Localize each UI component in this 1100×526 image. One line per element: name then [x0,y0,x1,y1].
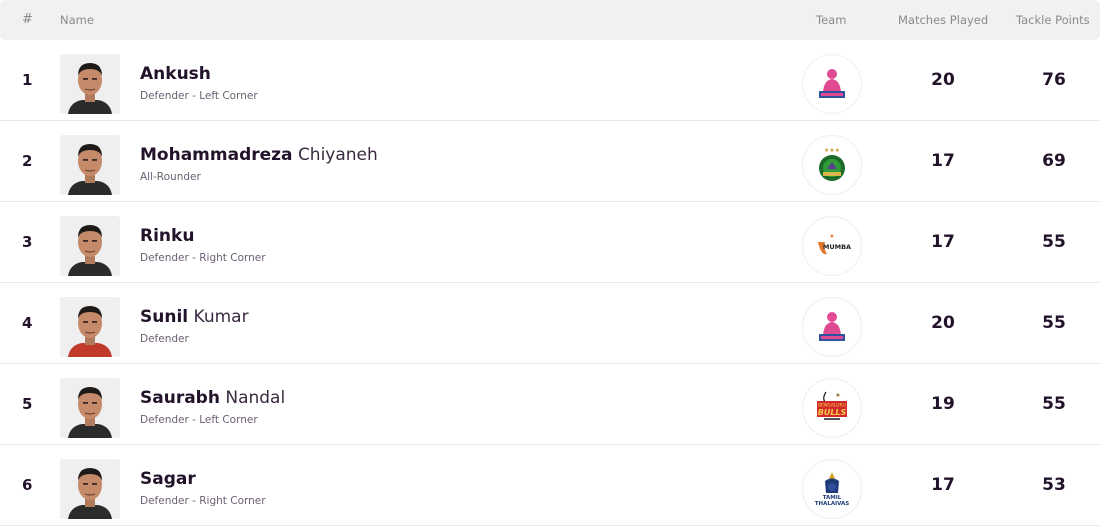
player-name[interactable]: Mohammadreza Chiyaneh [140,145,378,165]
player-photo[interactable] [60,378,120,438]
team-logo[interactable]: ★ MUMBA [802,216,862,276]
tackle-points: 69 [1042,151,1066,171]
player-photo[interactable] [60,459,120,519]
player-position: Defender [140,333,189,345]
table-header: # Name Team Matches Played Tackle Points [0,0,1100,40]
player-position: Defender - Left Corner [140,90,258,102]
player-first-name: Sagar [140,469,196,489]
player-last-name: Chiyaneh [297,145,378,165]
header-team: Team [816,13,847,27]
player-name[interactable]: Sagar [140,469,196,489]
svg-text:BULLS: BULLS [818,408,847,417]
table-row-4[interactable]: 4 Sunil Kumar Defender 20 55 [0,283,1100,364]
table-body: 1 Ankush Defender - Left Corner 20 76 2 [0,40,1100,526]
matches-played: 20 [931,313,955,333]
table-row-5[interactable]: 5 Saurabh Nandal Defender - Left Corner … [0,364,1100,445]
player-headshot-icon [60,216,120,276]
tackle-points: 55 [1042,313,1066,333]
matches-played: 20 [931,70,955,90]
table-row-6[interactable]: 6 Sagar Defender - Right Corner TAMIL THA… [0,445,1100,526]
player-first-name: Rinku [140,226,195,246]
player-name[interactable]: Ankush [140,64,211,84]
player-first-name: Ankush [140,64,211,84]
player-rank: 4 [22,314,33,332]
jaipur-pink-panthers-icon [819,69,845,98]
matches-played: 19 [931,394,955,414]
player-position: Defender - Right Corner [140,495,266,507]
player-rank: 6 [22,476,33,494]
player-name[interactable]: Sunil Kumar [140,307,249,327]
matches-played: 17 [931,232,955,252]
table-row-3[interactable]: 3 Rinku Defender - Right Corner ★ MUMBA 1… [0,202,1100,283]
player-headshot-icon [60,297,120,357]
player-rank: 5 [22,395,33,413]
matches-played: 17 [931,151,955,171]
jaipur-pink-panthers-icon [819,312,845,341]
header-matches-played[interactable]: Matches Played [898,0,988,40]
player-first-name: Saurabh [140,388,220,408]
tackle-points: 76 [1042,70,1066,90]
matches-played: 17 [931,475,955,495]
player-rank: 2 [22,152,33,170]
tackle-points: 55 [1042,394,1066,414]
player-rank: 1 [22,71,33,89]
team-logo[interactable] [802,297,862,357]
team-logo[interactable] [802,54,862,114]
patna-pirates-icon: ★★★ [819,147,845,181]
table-row-2[interactable]: 2 Mohammadreza Chiyaneh All-Rounder ★★★ … [0,121,1100,202]
u-mumba-icon: ★ MUMBA [818,233,851,255]
table-row-1[interactable]: 1 Ankush Defender - Left Corner 20 76 [0,40,1100,121]
team-logo[interactable]: ★ BENGALURU BULLS [802,378,862,438]
player-photo[interactable] [60,54,120,114]
player-last-name: Nandal [225,388,286,408]
player-name[interactable]: Rinku [140,226,194,246]
svg-text:MUMBA: MUMBA [823,243,851,251]
header-tackle-points[interactable]: Tackle Points [1016,0,1090,40]
player-position: Defender - Right Corner [140,252,266,264]
player-headshot-icon [60,54,120,114]
header-name: Name [60,13,94,27]
bengaluru-bulls-icon: ★BENGALURUBULLS [817,391,847,420]
svg-text:★: ★ [835,392,840,399]
player-first-name: Sunil [140,307,189,327]
tackle-points: 53 [1042,475,1066,495]
player-position: All-Rounder [140,171,201,183]
player-last-name: Kumar [193,307,249,327]
svg-text:★★★: ★★★ [824,147,840,154]
player-rank: 3 [22,233,33,251]
tackle-points: 55 [1042,232,1066,252]
team-logo[interactable]: ★★★ [802,135,862,195]
tamil-thalaivas-icon: TAMILTHALAIVAS [815,472,850,507]
player-photo[interactable] [60,135,120,195]
leaderboard-table: # Name Team Matches Played Tackle Points… [0,0,1100,526]
player-name[interactable]: Saurabh Nandal [140,388,285,408]
team-logo[interactable]: TAMIL THALAIVAS [802,459,862,519]
svg-text:THALAIVAS: THALAIVAS [815,501,850,507]
player-first-name: Mohammadreza [140,145,293,165]
player-photo[interactable] [60,216,120,276]
player-headshot-icon [60,135,120,195]
player-position: Defender - Left Corner [140,414,258,426]
svg-text:★: ★ [829,233,834,240]
player-photo[interactable] [60,297,120,357]
header-rank: # [22,12,33,27]
player-headshot-icon [60,378,120,438]
player-headshot-icon [60,459,120,519]
